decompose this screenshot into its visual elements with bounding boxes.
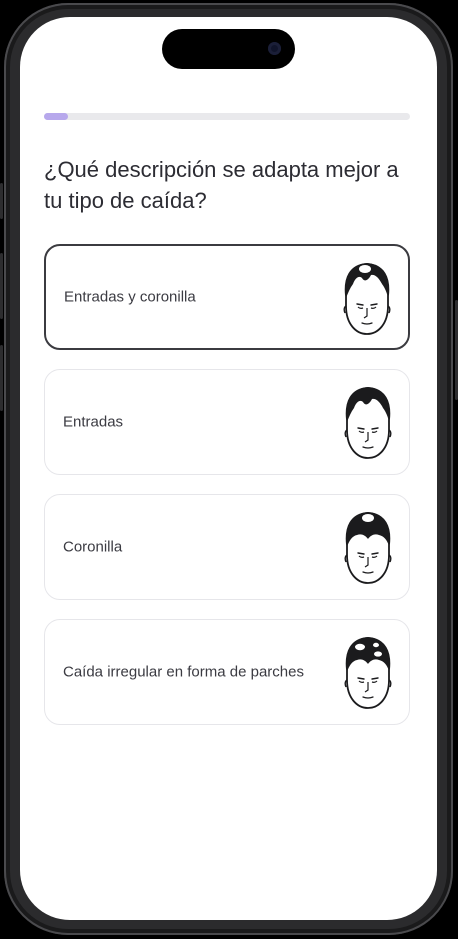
option-label: Coronilla xyxy=(63,538,123,556)
action-button xyxy=(0,183,3,219)
volume-down-button xyxy=(0,345,3,411)
hair-loss-receding-and-crown-icon xyxy=(343,263,391,335)
option-coronilla[interactable]: Coronilla xyxy=(44,494,410,600)
option-label: Caída irregular en forma de parches xyxy=(63,663,304,681)
progress-bar xyxy=(44,113,410,120)
hair-loss-crown-icon xyxy=(344,512,392,584)
screen: ¿Qué descripción se adapta mejor a tu ti… xyxy=(20,17,437,920)
hair-loss-patchy-icon xyxy=(344,637,392,709)
volume-up-button xyxy=(0,253,3,319)
option-caida-irregular[interactable]: Caída irregular en forma de parches xyxy=(44,619,410,725)
hair-loss-receding-icon xyxy=(344,387,392,459)
question-title: ¿Qué descripción se adapta mejor a tu ti… xyxy=(44,157,399,213)
camera-icon xyxy=(268,42,281,55)
option-entradas[interactable]: Entradas xyxy=(44,369,410,475)
dynamic-island xyxy=(162,29,295,69)
option-entradas-y-coronilla[interactable]: Entradas y coronilla xyxy=(44,244,410,350)
progress-bar-fill xyxy=(44,113,68,120)
option-label: Entradas y coronilla xyxy=(64,288,196,306)
option-label: Entradas xyxy=(63,413,124,431)
